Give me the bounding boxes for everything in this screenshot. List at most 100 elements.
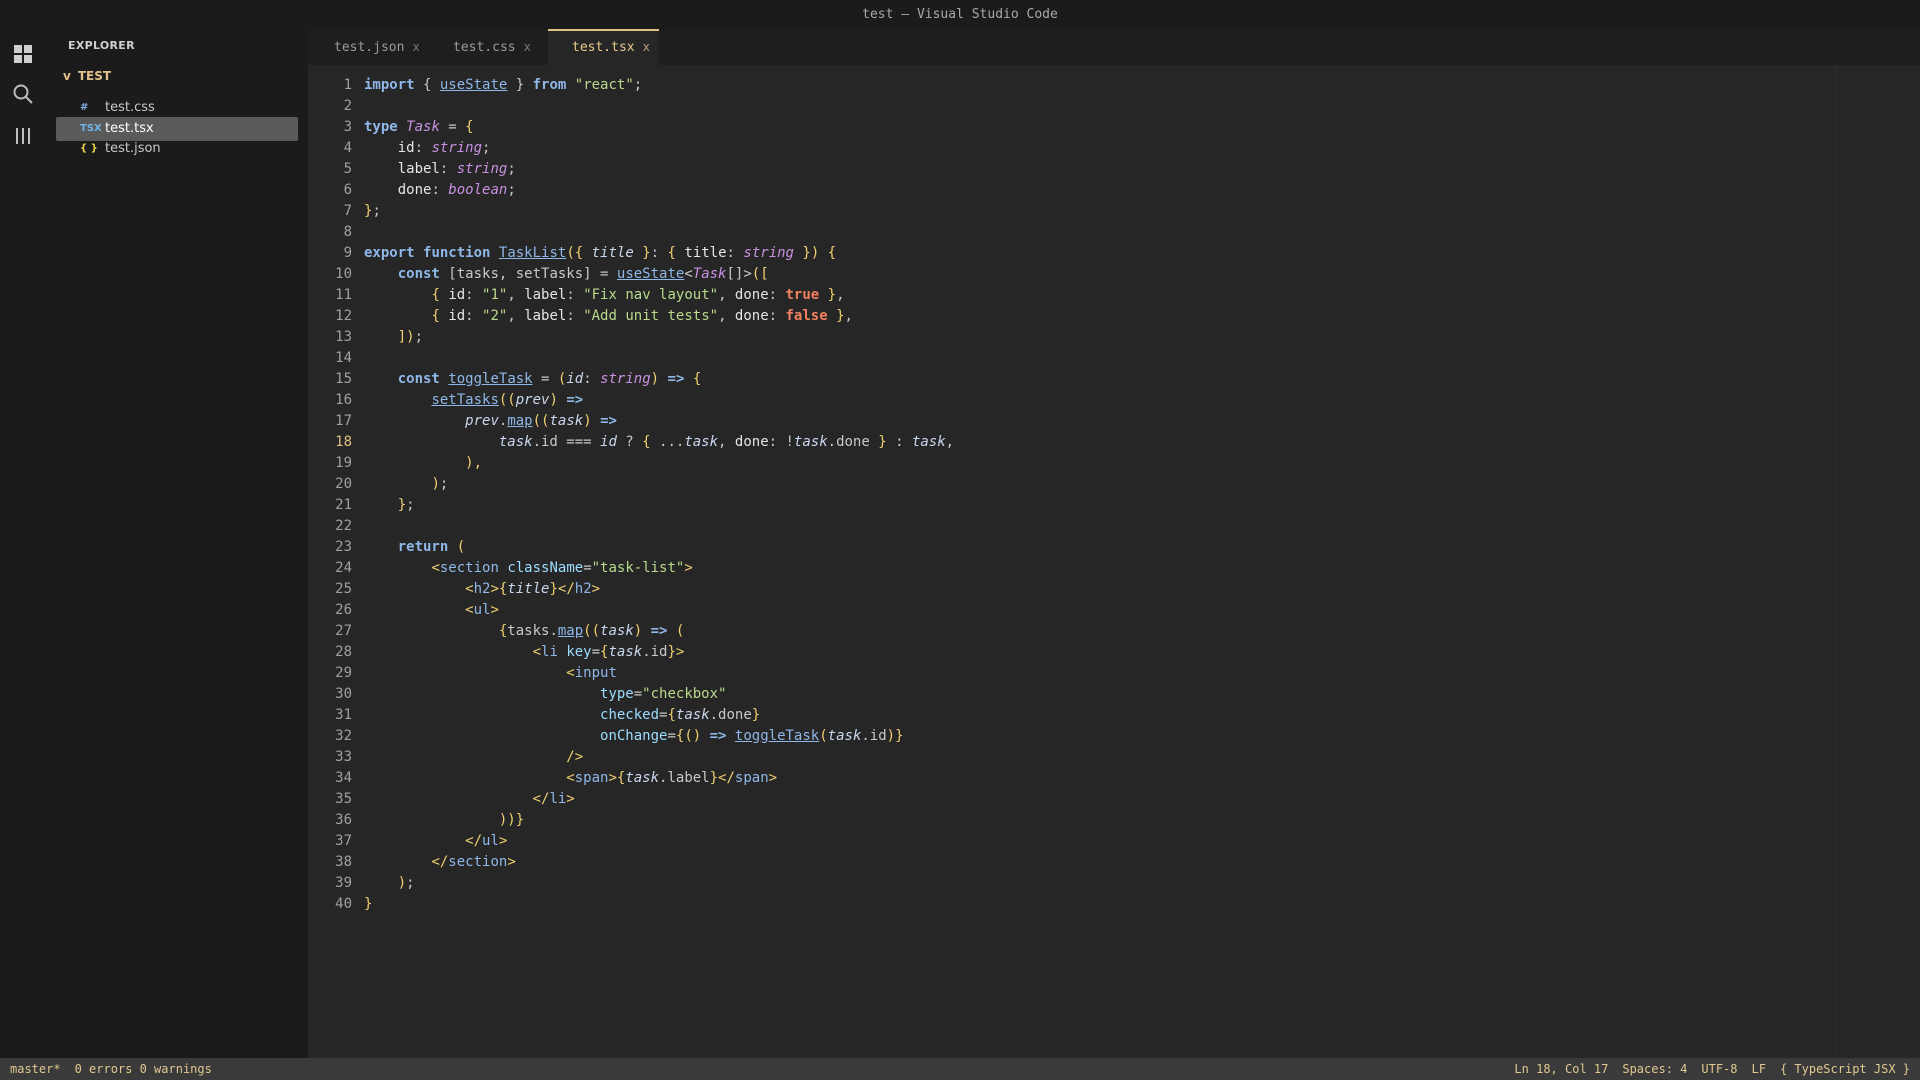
code-line[interactable]: 30 type="checkbox" — [308, 684, 1808, 705]
code-token: , — [507, 287, 525, 303]
code-line[interactable]: 37 </ul> — [308, 831, 1808, 852]
code-line[interactable]: 13 ]); — [308, 327, 1808, 348]
code-token: }</ — [709, 770, 735, 786]
git-branch[interactable]: master* — [10, 1062, 61, 1076]
code-token: onChange — [600, 728, 668, 744]
code-token: > — [507, 854, 516, 870]
code-line[interactable]: 12 { id: "2", label: "Add unit tests", d… — [308, 306, 1808, 327]
code-line[interactable]: 33 /> — [308, 747, 1808, 768]
line-number: 15 — [335, 371, 352, 387]
code-token: : ! — [768, 434, 794, 450]
code-line[interactable]: 10 const [tasks, setTasks] = useState<Ta… — [308, 264, 1808, 285]
code-token: "task-list" — [591, 560, 685, 576]
code-token: = — [667, 728, 676, 744]
code-line[interactable]: 40} — [308, 894, 1808, 915]
folder-test[interactable]: v TEST — [63, 69, 111, 83]
extensions-icon[interactable] — [12, 125, 34, 147]
tab-test-css[interactable]: test.css x — [429, 29, 548, 65]
language-mode[interactable]: { TypeScript JSX } — [1780, 1062, 1910, 1076]
code-line[interactable]: 25 <h2>{title}</h2> — [308, 579, 1808, 600]
line-number: 26 — [335, 602, 352, 618]
line-number: 22 — [335, 518, 352, 534]
code-token: Task — [692, 266, 727, 282]
code-line[interactable]: 32 onChange={() => toggleTask(task.id)} — [308, 726, 1808, 747]
explorer-icon[interactable] — [12, 43, 34, 65]
cursor-position[interactable]: Ln 18, Col 17 — [1514, 1062, 1608, 1076]
code-line[interactable]: 29 <input — [308, 663, 1808, 684]
problems-status[interactable]: 0 errors 0 warnings — [75, 1062, 212, 1076]
explorer-title: EXPLORER — [68, 39, 135, 52]
code-line[interactable]: 1 import { useState } from "react"; — [308, 75, 1808, 96]
code-line[interactable]: 15 const toggleTask = (id: string) => { — [308, 369, 1808, 390]
code-line[interactable]: 3 type Task = { — [308, 117, 1808, 138]
code-token: TaskList — [498, 245, 567, 261]
code-token: task — [684, 434, 719, 450]
code-line[interactable]: 6 done: boolean; — [308, 180, 1808, 201]
code-line[interactable]: 21 }; — [308, 495, 1808, 516]
code-line[interactable]: 9 export function TaskList({ title }: { t… — [308, 243, 1808, 264]
code-token: { — [465, 119, 474, 135]
code-line[interactable]: 35 </li> — [308, 789, 1808, 810]
line-number: 30 — [335, 686, 352, 702]
code-line[interactable]: 14 — [308, 348, 1808, 369]
code-editor[interactable]: 1 import { useState } from "react"; 2 3 type… — [308, 65, 1920, 1058]
code-line[interactable]: 2 — [308, 96, 1808, 117]
code-line[interactable]: 7}; — [308, 201, 1808, 222]
code-line[interactable]: 26 <ul> — [308, 600, 1808, 621]
code-line[interactable]: 20 ); — [308, 474, 1808, 495]
code-text: done: boolean; — [364, 180, 516, 201]
code-token: = — [439, 119, 466, 135]
file-label: test.css — [105, 100, 155, 115]
code-token: => — [667, 371, 685, 387]
eol-status[interactable]: LF — [1752, 1062, 1766, 1076]
tab-bar: test.json x test.css x test.tsx x — [308, 29, 1920, 65]
code-token: ul — [473, 602, 491, 618]
code-token: []> — [726, 266, 752, 282]
file-item[interactable]: { } test.json — [56, 137, 298, 161]
tab-test-tsx[interactable]: test.tsx x — [548, 29, 659, 65]
code-line[interactable]: 11 { id: "1", label: "Fix nav layout", d… — [308, 285, 1808, 306]
code-line[interactable]: 36 ))} — [308, 810, 1808, 831]
code-token: { — [827, 245, 837, 261]
code-line[interactable]: 28 <li key={task.id}> — [308, 642, 1808, 663]
code-line[interactable]: 27 {tasks.map((task) => ( — [308, 621, 1808, 642]
activity-bar — [0, 29, 45, 1058]
code-line[interactable]: 39 ); — [308, 873, 1808, 894]
code-line[interactable]: 31 checked={task.done} — [308, 705, 1808, 726]
tab-test-json[interactable]: test.json x — [310, 29, 429, 65]
code-line[interactable]: 34 <span>{task.label}</span> — [308, 768, 1808, 789]
search-icon[interactable] — [12, 83, 34, 105]
code-token: task — [600, 623, 634, 639]
code-line[interactable]: 19 ), — [308, 453, 1808, 474]
code-line[interactable]: 22 — [308, 516, 1808, 537]
code-line[interactable]: 4 id: string; — [308, 138, 1808, 159]
close-icon[interactable]: x — [412, 40, 419, 54]
code-line[interactable]: 18 task.id === id ? { ...task, done: !ta… — [308, 432, 1808, 453]
code-line[interactable]: 23 return ( — [308, 537, 1808, 558]
code-token: task — [827, 728, 862, 744]
code-token: li — [541, 644, 558, 660]
code-token: < — [465, 581, 474, 597]
close-icon[interactable]: x — [643, 40, 650, 54]
encoding-status[interactable]: UTF-8 — [1701, 1062, 1737, 1076]
close-icon[interactable]: x — [524, 40, 531, 54]
code-token: { — [692, 371, 702, 387]
line-number: 28 — [335, 644, 352, 660]
code-token: "Fix nav layout" — [583, 287, 719, 303]
code-line[interactable]: 24 <section className="task-list"> — [308, 558, 1808, 579]
code-line[interactable]: 5 label: string; — [308, 159, 1808, 180]
code-token: { — [431, 308, 440, 324]
code-line[interactable]: 8 — [308, 222, 1808, 243]
code-line[interactable]: 38 </section> — [308, 852, 1808, 873]
indentation-status[interactable]: Spaces: 4 — [1622, 1062, 1687, 1076]
code-line[interactable]: 17 prev.map((task) => — [308, 411, 1808, 432]
code-text: </ul> — [364, 831, 507, 852]
code-text: <li key={task.id}> — [364, 642, 685, 663]
code-line[interactable]: 16 setTasks((prev) => — [308, 390, 1808, 411]
